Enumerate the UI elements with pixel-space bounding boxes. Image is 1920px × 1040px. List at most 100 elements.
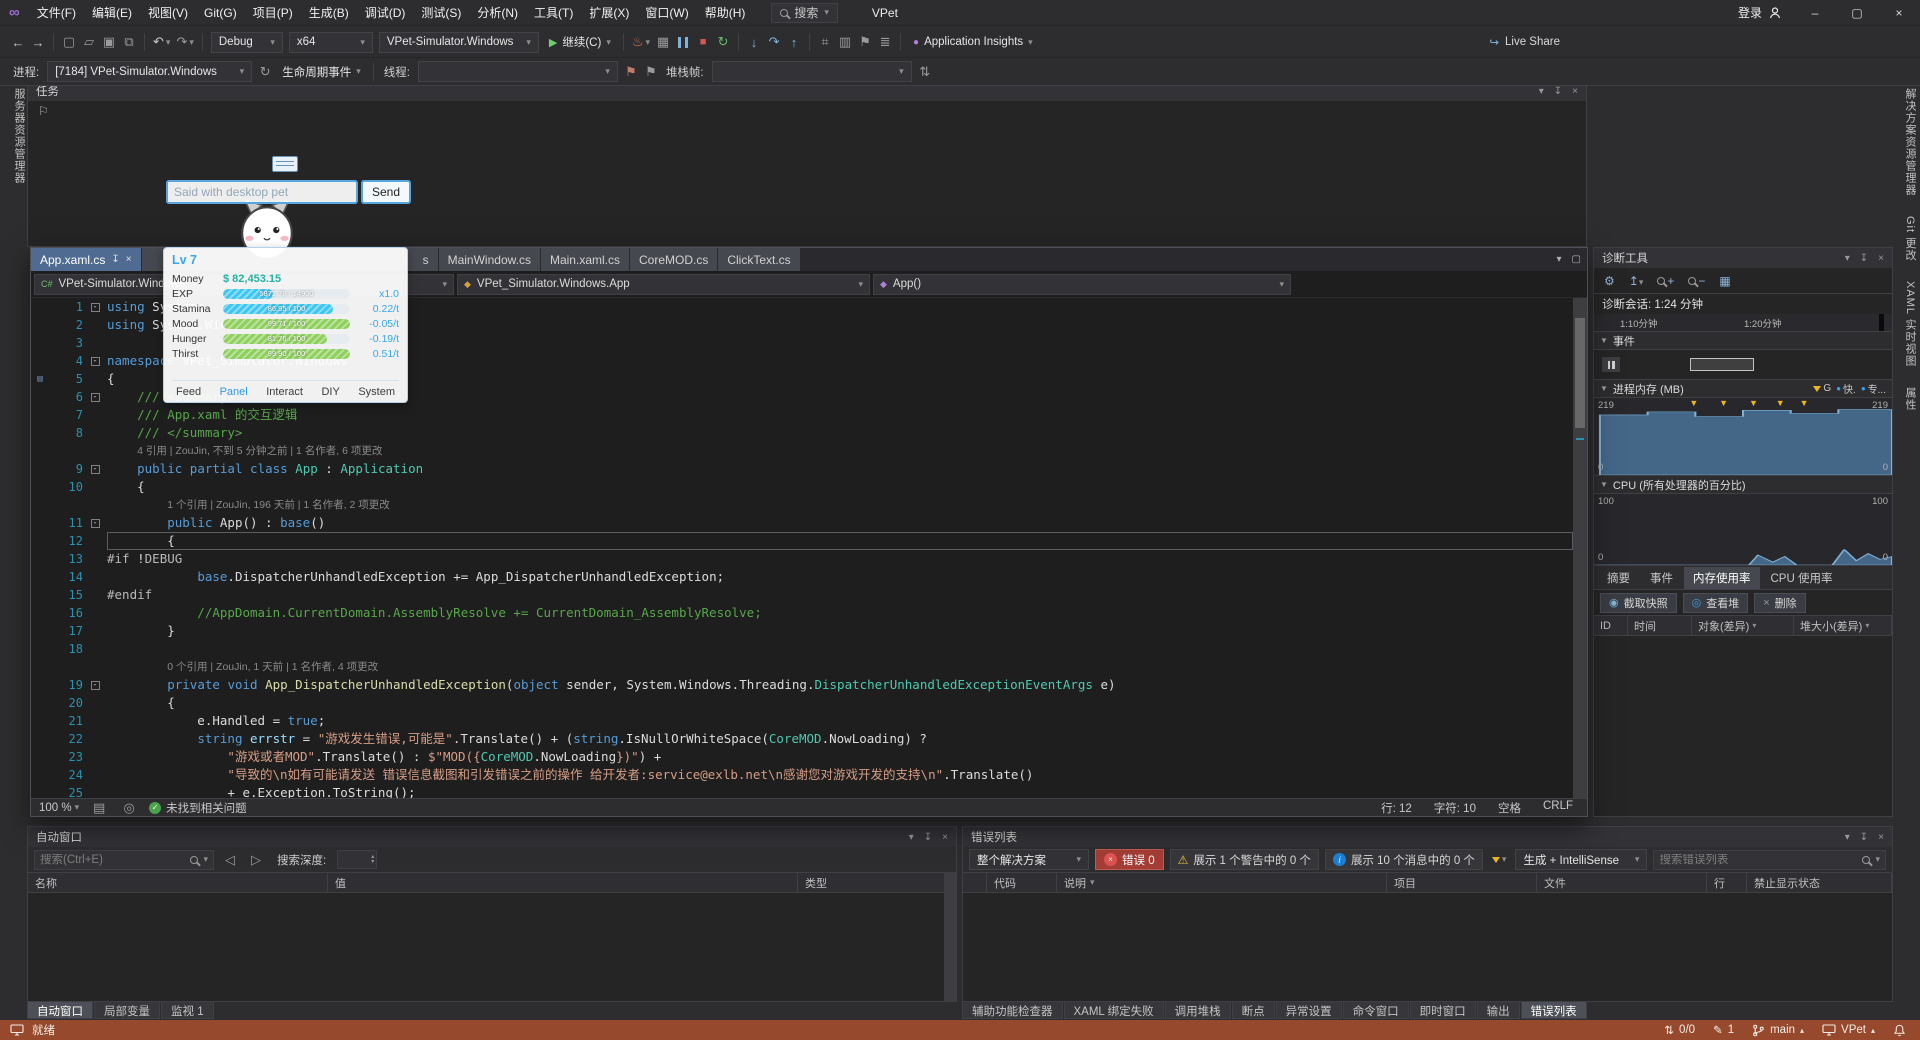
collapse-region-icon[interactable]: -: [90, 392, 100, 402]
application-insights-dropdown[interactable]: ● Application Insights ▾: [906, 30, 1040, 54]
tool-window-tab[interactable]: 命令窗口: [1342, 1002, 1409, 1019]
breakpoint-margin[interactable]: [31, 712, 49, 730]
autos-search-box[interactable]: ▾: [34, 849, 214, 870]
menu-item[interactable]: 文件(F): [29, 0, 84, 25]
fold-margin[interactable]: -: [83, 514, 107, 532]
autos-search-input[interactable]: [40, 853, 186, 866]
close-icon[interactable]: ×: [1878, 832, 1884, 843]
breakpoint-margin[interactable]: [31, 478, 49, 496]
breakpoint-margin[interactable]: [31, 658, 49, 676]
pin-icon[interactable]: ↧: [1860, 253, 1868, 264]
errorlist-search-box[interactable]: ▾: [1653, 849, 1886, 870]
fold-margin[interactable]: -: [83, 298, 107, 316]
menu-item[interactable]: 项目(P): [245, 0, 301, 25]
pending-changes[interactable]: ✎ 1: [1713, 1023, 1734, 1037]
editor-vertical-scrollbar[interactable]: [1573, 298, 1587, 798]
lifecycle-events-dropdown[interactable]: 生命周期事件 ▾: [275, 60, 368, 84]
fold-margin[interactable]: [83, 622, 107, 640]
errorlist-column-header[interactable]: 文件: [1537, 873, 1707, 892]
fold-margin[interactable]: [83, 496, 107, 514]
menu-item[interactable]: 生成(B): [301, 0, 357, 25]
fold-margin[interactable]: [83, 442, 107, 460]
git-sync-status[interactable]: ⇅ 0/0: [1664, 1023, 1695, 1037]
document-tab[interactable]: ClickText.cs: [718, 248, 800, 271]
tool-window-tab[interactable]: 异常设置: [1275, 1002, 1342, 1019]
pet-tab-diy[interactable]: DIY: [321, 386, 339, 398]
indent-mode-indicator[interactable]: 空格: [1498, 800, 1521, 816]
diagnostics-tab[interactable]: 摘要: [1598, 567, 1639, 589]
tool-window-tab[interactable]: 自动窗口: [27, 1002, 93, 1019]
restart-icon[interactable]: ↻: [713, 30, 733, 54]
menu-item[interactable]: 编辑(E): [84, 0, 140, 25]
breakpoint-margin[interactable]: [31, 586, 49, 604]
collapse-region-icon[interactable]: -: [90, 464, 100, 474]
fold-margin[interactable]: [83, 550, 107, 568]
breakpoint-margin[interactable]: [31, 694, 49, 712]
fold-margin[interactable]: [83, 424, 107, 442]
timeline-cursor[interactable]: [1879, 314, 1884, 331]
close-button[interactable]: ×: [1878, 0, 1920, 25]
breakpoint-margin[interactable]: [31, 532, 49, 550]
menu-item[interactable]: 窗口(W): [637, 0, 696, 25]
side-tab[interactable]: XAML 实时视图: [1896, 281, 1918, 367]
errorlist-column-header[interactable]: 代码: [987, 873, 1057, 892]
maximize-button[interactable]: ▢: [1836, 0, 1878, 25]
close-icon[interactable]: ×: [942, 832, 948, 843]
flag-icon[interactable]: ⚐: [38, 104, 49, 118]
tool-window-tab[interactable]: 断点: [1231, 1002, 1275, 1019]
column-indicator[interactable]: 字符: 10: [1434, 800, 1476, 816]
tool-window-tab[interactable]: 即时窗口: [1409, 1002, 1476, 1019]
flag-threads-icon[interactable]: ⚑: [621, 60, 641, 84]
line-indicator[interactable]: 行: 12: [1381, 800, 1412, 816]
breakpoint-margin[interactable]: [31, 730, 49, 748]
breakpoint-margin[interactable]: [31, 460, 49, 478]
refresh-process-icon[interactable]: ↻: [255, 60, 275, 84]
fold-margin[interactable]: [83, 406, 107, 424]
breakpoint-margin[interactable]: [31, 748, 49, 766]
side-tab[interactable]: Git 更改: [1896, 216, 1918, 261]
tool-window-tab[interactable]: 局部变量: [94, 1002, 160, 1019]
diagnostics-tab[interactable]: CPU 使用率: [1762, 567, 1842, 589]
step-into-icon[interactable]: ↓: [744, 30, 764, 54]
pet-say-input[interactable]: [166, 180, 358, 204]
save-icon[interactable]: ▣: [99, 30, 119, 54]
fold-margin[interactable]: [83, 748, 107, 766]
breakpoint-margin[interactable]: ▤: [31, 370, 49, 388]
fold-margin[interactable]: [83, 370, 107, 388]
zoom-dropdown[interactable]: 100 % ▾: [39, 802, 79, 814]
autos-column-header[interactable]: 值: [328, 873, 798, 892]
collapse-region-icon[interactable]: -: [90, 680, 100, 690]
live-visual-tree-icon[interactable]: ⌗: [815, 30, 835, 54]
source-filter-dropdown[interactable]: 生成 + IntelliSense ▾: [1515, 849, 1648, 870]
stop-debugging-icon[interactable]: ■: [693, 30, 713, 54]
solution-platform-dropdown[interactable]: x64 ▾: [288, 31, 373, 53]
pin-icon[interactable]: ↧: [111, 254, 119, 265]
new-file-icon[interactable]: ▢: [59, 30, 79, 54]
breakpoint-margin[interactable]: [31, 298, 49, 316]
fold-margin[interactable]: [83, 658, 107, 676]
export-icon[interactable]: ↥▾: [1629, 274, 1644, 288]
menu-item[interactable]: Git(G): [196, 0, 245, 25]
errorlist-column-header[interactable]: 行: [1707, 873, 1747, 892]
breakpoint-margin[interactable]: [31, 496, 49, 514]
title-search-box[interactable]: 搜索 ▾: [771, 2, 838, 23]
tool-window-tab[interactable]: 监视 1: [161, 1002, 214, 1019]
undo-icon[interactable]: ↶ ▾: [150, 30, 173, 54]
memory-chart[interactable]: ▼ ▼ ▼ ▼ ▼ 219 0 219 0: [1594, 398, 1892, 476]
breakpoint-margin[interactable]: [31, 334, 49, 352]
breakpoint-margin[interactable]: [31, 424, 49, 442]
bookmark-icon[interactable]: ⚑: [855, 30, 875, 54]
errorlist-search-input[interactable]: [1659, 853, 1858, 866]
errors-filter-button[interactable]: × 错误 0: [1095, 849, 1164, 870]
document-tab[interactable]: CoreMOD.cs: [629, 248, 718, 271]
snapshot-column-header[interactable]: ID: [1594, 616, 1628, 635]
eol-indicator[interactable]: CRLF: [1543, 800, 1573, 816]
live-share-session-status[interactable]: VPet ▴: [1822, 1024, 1875, 1036]
fold-margin[interactable]: [83, 712, 107, 730]
menu-item[interactable]: 测试(S): [413, 0, 469, 25]
live-share-button[interactable]: ↪ Live Share: [1489, 35, 1560, 49]
fold-margin[interactable]: [83, 604, 107, 622]
menu-item[interactable]: 调试(D): [357, 0, 414, 25]
autos-titlebar[interactable]: 自动窗口 ▾ ↧ ×: [28, 827, 956, 847]
breakpoint-margin[interactable]: [31, 676, 49, 694]
